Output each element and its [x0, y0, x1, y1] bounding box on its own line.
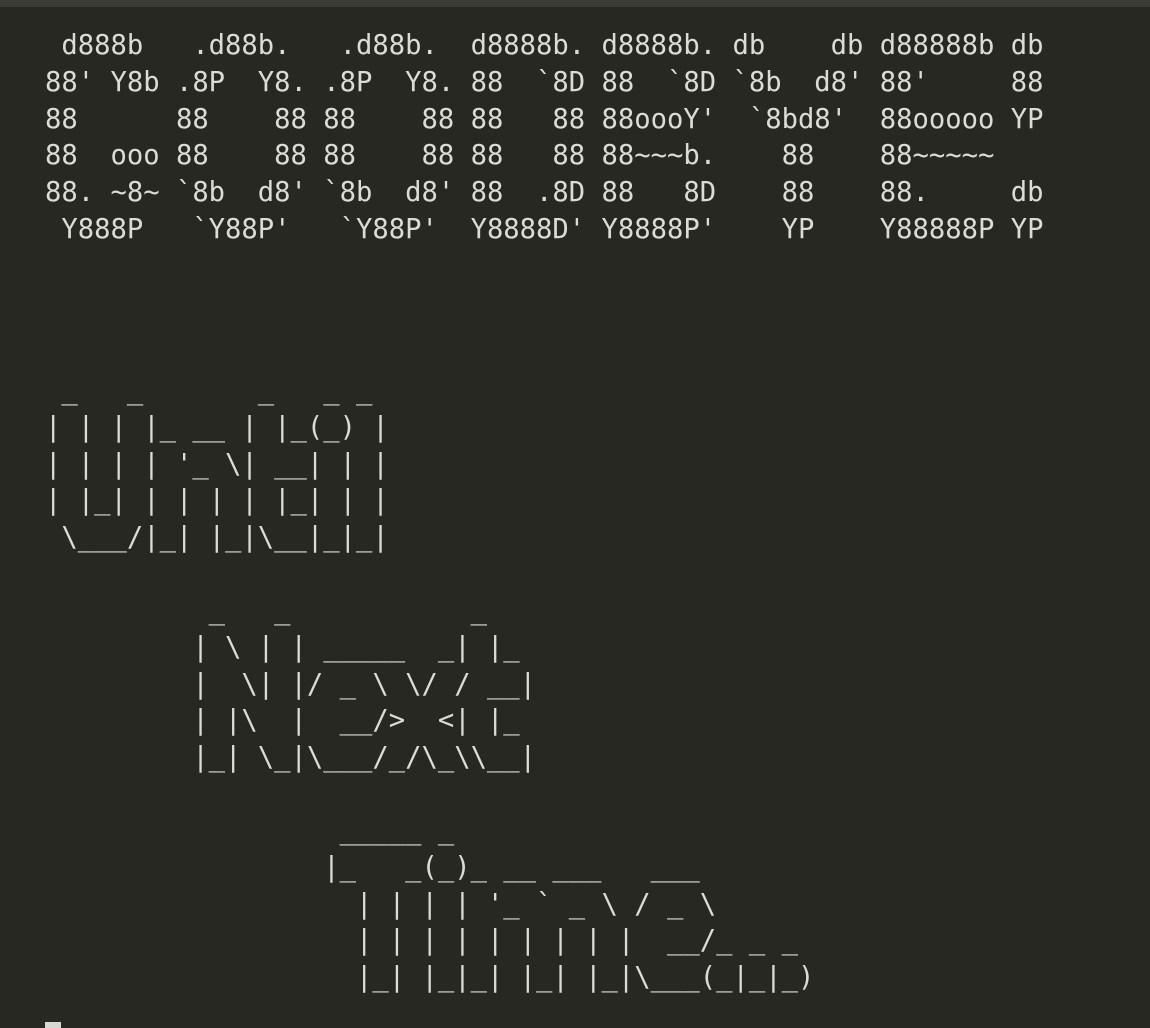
goodbye-ascii-art: d888b .d88b. .d88b. d8888b. d8888b. db d… [45, 30, 1044, 245]
next-ascii-art: _ _ _ | \ | | _____ _| |_ | \| |/ _ \ \/… [192, 595, 537, 774]
terminal-cursor [45, 1022, 61, 1028]
time-ascii-art: _____ _ |_ _(_)_ __ ___ ___ | | | | '_ `… [323, 815, 815, 994]
until-ascii-art: _ _ _ _ _ | | | |_ __ | |_(_) | | | | | … [45, 375, 389, 554]
terminal-output[interactable]: d888b .d88b. .d88b. d8888b. d8888b. db d… [0, 7, 1150, 1028]
window-top-bar [0, 0, 1150, 7]
